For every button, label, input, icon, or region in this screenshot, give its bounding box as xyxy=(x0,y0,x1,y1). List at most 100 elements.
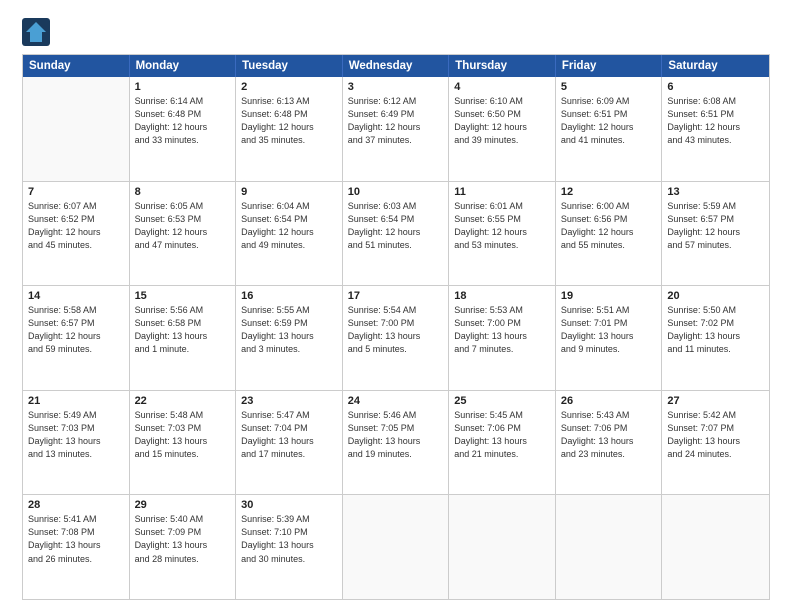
calendar-cell: 17Sunrise: 5:54 AM Sunset: 7:00 PM Dayli… xyxy=(343,286,450,390)
calendar-cell xyxy=(449,495,556,599)
calendar-header-cell: Saturday xyxy=(662,55,769,77)
calendar-cell: 28Sunrise: 5:41 AM Sunset: 7:08 PM Dayli… xyxy=(23,495,130,599)
day-number: 5 xyxy=(561,81,657,93)
day-info: Sunrise: 5:40 AM Sunset: 7:09 PM Dayligh… xyxy=(135,513,231,565)
day-number: 28 xyxy=(28,499,124,511)
calendar-cell: 14 Sunrise: 5:58 AM Sunset: 6:57 PM Dayli… xyxy=(23,286,130,390)
day-number: 23 xyxy=(241,395,337,407)
day-number: 6 xyxy=(667,81,764,93)
day-info: Sunrise: 6:04 AM Sunset: 6:54 PM Dayligh… xyxy=(241,200,337,252)
calendar-header-cell: Tuesday xyxy=(236,55,343,77)
day-number: 25 xyxy=(454,395,550,407)
day-info: Sunrise: 5:55 AM Sunset: 6:59 PM Dayligh… xyxy=(241,304,337,356)
calendar-cell: 7 Sunrise: 6:07 AM Sunset: 6:52 PM Daylig… xyxy=(23,182,130,286)
calendar: SundayMondayTuesdayWednesdayThursdayFrid… xyxy=(22,54,770,600)
calendar-header-cell: Monday xyxy=(130,55,237,77)
day-number: 14 xyxy=(28,290,124,302)
day-number: 27 xyxy=(667,395,764,407)
day-info: Sunrise: 5:54 AM Sunset: 7:00 PM Dayligh… xyxy=(348,304,444,356)
calendar-cell: 9 Sunrise: 6:04 AM Sunset: 6:54 PM Daylig… xyxy=(236,182,343,286)
day-number: 26 xyxy=(561,395,657,407)
calendar-header-cell: Friday xyxy=(556,55,663,77)
day-info: Sunrise: 6:12 AM Sunset: 6:49 PM Dayligh… xyxy=(348,95,444,147)
day-info: Sunrise: 5:53 AM Sunset: 7:00 PM Dayligh… xyxy=(454,304,550,356)
day-number: 18 xyxy=(454,290,550,302)
day-info: Sunrise: 5:56 AM Sunset: 6:58 PM Dayligh… xyxy=(135,304,231,356)
day-info: Sunrise: 6:07 AM Sunset: 6:52 PM Dayligh… xyxy=(28,200,124,252)
calendar-cell: 18 Sunrise: 5:53 AM Sunset: 7:00 PM Dayli… xyxy=(449,286,556,390)
calendar-week: 21 Sunrise: 5:49 AM Sunset: 7:03 PM Dayli… xyxy=(23,390,769,495)
day-info: Sunrise: 5:50 AM Sunset: 7:02 PM Dayligh… xyxy=(667,304,764,356)
day-info: Sunrise: 6:09 AM Sunset: 6:51 PM Dayligh… xyxy=(561,95,657,147)
day-number: 19 xyxy=(561,290,657,302)
calendar-cell xyxy=(23,77,130,181)
day-info: Sunrise: 5:45 AM Sunset: 7:06 PM Dayligh… xyxy=(454,409,550,461)
day-info: Sunrise: 6:14 AM Sunset: 6:48 PM Dayligh… xyxy=(135,95,231,147)
day-number: 8 xyxy=(135,186,231,198)
day-number: 10 xyxy=(348,186,444,198)
day-number: 24 xyxy=(348,395,444,407)
day-number: 29 xyxy=(135,499,231,511)
calendar-header-cell: Sunday xyxy=(23,55,130,77)
day-number: 13 xyxy=(667,186,764,198)
day-number: 9 xyxy=(241,186,337,198)
day-info: Sunrise: 6:05 AM Sunset: 6:53 PM Dayligh… xyxy=(135,200,231,252)
day-info: Sunrise: 6:03 AM Sunset: 6:54 PM Dayligh… xyxy=(348,200,444,252)
calendar-body: 1 Sunrise: 6:14 AM Sunset: 6:48 PM Daylig… xyxy=(23,77,769,599)
day-info: Sunrise: 6:13 AM Sunset: 6:48 PM Dayligh… xyxy=(241,95,337,147)
day-info: Sunrise: 5:42 AM Sunset: 7:07 PM Dayligh… xyxy=(667,409,764,461)
calendar-header-row: SundayMondayTuesdayWednesdayThursdayFrid… xyxy=(23,55,769,77)
day-number: 4 xyxy=(454,81,550,93)
calendar-cell: 6 Sunrise: 6:08 AM Sunset: 6:51 PM Daylig… xyxy=(662,77,769,181)
day-number: 22 xyxy=(135,395,231,407)
calendar-cell: 30Sunrise: 5:39 AM Sunset: 7:10 PM Dayli… xyxy=(236,495,343,599)
day-info: Sunrise: 5:58 AM Sunset: 6:57 PM Dayligh… xyxy=(28,304,124,356)
day-info: Sunrise: 5:48 AM Sunset: 7:03 PM Dayligh… xyxy=(135,409,231,461)
day-number: 3 xyxy=(348,81,444,93)
day-number: 15 xyxy=(135,290,231,302)
day-info: Sunrise: 5:49 AM Sunset: 7:03 PM Dayligh… xyxy=(28,409,124,461)
calendar-cell: 3 Sunrise: 6:12 AM Sunset: 6:49 PM Daylig… xyxy=(343,77,450,181)
day-number: 11 xyxy=(454,186,550,198)
calendar-cell: 19Sunrise: 5:51 AM Sunset: 7:01 PM Dayli… xyxy=(556,286,663,390)
day-number: 16 xyxy=(241,290,337,302)
day-info: Sunrise: 6:08 AM Sunset: 6:51 PM Dayligh… xyxy=(667,95,764,147)
calendar-cell: 5 Sunrise: 6:09 AM Sunset: 6:51 PM Daylig… xyxy=(556,77,663,181)
calendar-header-cell: Wednesday xyxy=(343,55,450,77)
calendar-cell: 11 Sunrise: 6:01 AM Sunset: 6:55 PM Dayli… xyxy=(449,182,556,286)
day-info: Sunrise: 5:59 AM Sunset: 6:57 PM Dayligh… xyxy=(667,200,764,252)
calendar-cell: 15 Sunrise: 5:56 AM Sunset: 6:58 PM Dayli… xyxy=(130,286,237,390)
calendar-week: 14 Sunrise: 5:58 AM Sunset: 6:57 PM Dayli… xyxy=(23,285,769,390)
calendar-week: 28Sunrise: 5:41 AM Sunset: 7:08 PM Dayli… xyxy=(23,494,769,599)
day-number: 1 xyxy=(135,81,231,93)
calendar-cell: 29 Sunrise: 5:40 AM Sunset: 7:09 PM Dayli… xyxy=(130,495,237,599)
calendar-cell xyxy=(662,495,769,599)
calendar-cell: 4 Sunrise: 6:10 AM Sunset: 6:50 PM Daylig… xyxy=(449,77,556,181)
calendar-cell: 27 Sunrise: 5:42 AM Sunset: 7:07 PM Dayli… xyxy=(662,391,769,495)
calendar-cell: 24 Sunrise: 5:46 AM Sunset: 7:05 PM Dayli… xyxy=(343,391,450,495)
day-info: Sunrise: 5:46 AM Sunset: 7:05 PM Dayligh… xyxy=(348,409,444,461)
page: SundayMondayTuesdayWednesdayThursdayFrid… xyxy=(0,0,792,612)
header xyxy=(22,18,770,46)
day-info: Sunrise: 6:01 AM Sunset: 6:55 PM Dayligh… xyxy=(454,200,550,252)
calendar-header-cell: Thursday xyxy=(449,55,556,77)
calendar-cell: 16 Sunrise: 5:55 AM Sunset: 6:59 PM Dayli… xyxy=(236,286,343,390)
day-number: 21 xyxy=(28,395,124,407)
calendar-week: 1 Sunrise: 6:14 AM Sunset: 6:48 PM Daylig… xyxy=(23,77,769,181)
calendar-cell: 8 Sunrise: 6:05 AM Sunset: 6:53 PM Daylig… xyxy=(130,182,237,286)
calendar-cell xyxy=(343,495,450,599)
calendar-cell: 1 Sunrise: 6:14 AM Sunset: 6:48 PM Daylig… xyxy=(130,77,237,181)
calendar-cell: 22 Sunrise: 5:48 AM Sunset: 7:03 PM Dayli… xyxy=(130,391,237,495)
calendar-cell: 20 Sunrise: 5:50 AM Sunset: 7:02 PM Dayli… xyxy=(662,286,769,390)
day-info: Sunrise: 6:10 AM Sunset: 6:50 PM Dayligh… xyxy=(454,95,550,147)
calendar-cell xyxy=(556,495,663,599)
day-info: Sunrise: 5:39 AM Sunset: 7:10 PM Dayligh… xyxy=(241,513,337,565)
calendar-cell: 25 Sunrise: 5:45 AM Sunset: 7:06 PM Dayli… xyxy=(449,391,556,495)
day-number: 7 xyxy=(28,186,124,198)
calendar-cell: 23Sunrise: 5:47 AM Sunset: 7:04 PM Dayli… xyxy=(236,391,343,495)
day-info: Sunrise: 6:00 AM Sunset: 6:56 PM Dayligh… xyxy=(561,200,657,252)
day-number: 20 xyxy=(667,290,764,302)
calendar-cell: 2Sunrise: 6:13 AM Sunset: 6:48 PM Daylig… xyxy=(236,77,343,181)
calendar-cell: 10 Sunrise: 6:03 AM Sunset: 6:54 PM Dayli… xyxy=(343,182,450,286)
calendar-cell: 12Sunrise: 6:00 AM Sunset: 6:56 PM Dayli… xyxy=(556,182,663,286)
